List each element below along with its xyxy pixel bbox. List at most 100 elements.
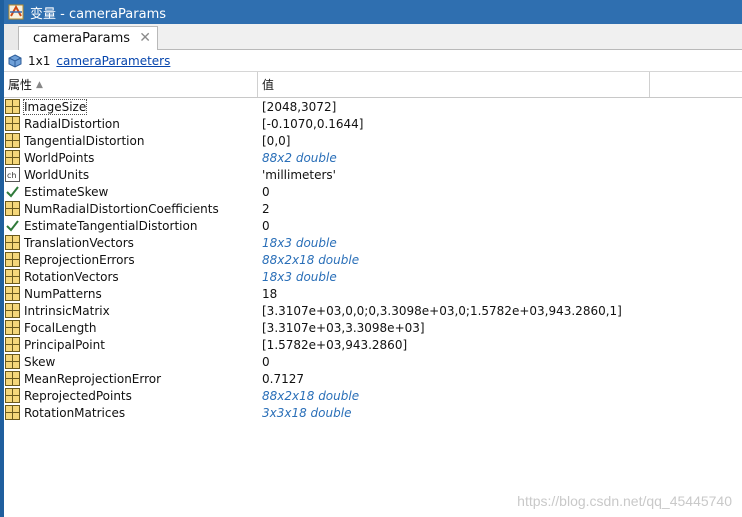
property-cell[interactable]: Skew (4, 354, 258, 369)
table-row[interactable]: ReprojectionErrors 88x2x18 double (4, 251, 742, 268)
property-cell[interactable]: ReprojectedPoints (4, 388, 258, 403)
property-cell[interactable]: FocalLength (4, 320, 258, 335)
table-row[interactable]: ReprojectedPoints 88x2x18 double (4, 387, 742, 404)
grid-icon (5, 235, 20, 250)
grid-icon (5, 286, 20, 301)
char-icon: ch (5, 167, 20, 182)
value-cell[interactable]: 18x3 double (258, 236, 337, 250)
close-icon[interactable]: ✕ (139, 31, 151, 45)
value-cell[interactable]: 3x3x18 double (258, 406, 351, 420)
value-cell[interactable]: 18x3 double (258, 270, 337, 284)
column-value-header[interactable]: 值 (258, 72, 650, 97)
tab-strip: cameraParams ✕ (4, 24, 742, 50)
grid-icon (5, 150, 20, 165)
grid-icon (5, 133, 20, 148)
property-cell[interactable]: NumPatterns (4, 286, 258, 301)
value-cell[interactable]: 18 (258, 287, 277, 301)
table-row[interactable]: NumPatterns 18 (4, 285, 742, 302)
property-name: ImageSize (22, 98, 88, 115)
grid-icon (5, 201, 20, 216)
value-cell[interactable]: 0 (258, 355, 270, 369)
property-name: RadialDistortion (24, 116, 120, 131)
watermark: https://blog.csdn.net/qq_45445740 (517, 493, 732, 509)
property-cell[interactable]: IntrinsicMatrix (4, 303, 258, 318)
table-row[interactable]: TranslationVectors 18x3 double (4, 234, 742, 251)
object-icon (8, 53, 22, 68)
class-link[interactable]: cameraParameters (56, 54, 170, 68)
property-cell[interactable]: ReprojectionErrors (4, 252, 258, 267)
property-cell[interactable]: TangentialDistortion (4, 133, 258, 148)
value-cell[interactable]: 0 (258, 185, 270, 199)
grid-icon (5, 252, 20, 267)
property-name: RotationVectors (24, 269, 119, 284)
property-cell[interactable]: ch WorldUnits (4, 167, 258, 182)
property-name: PrincipalPoint (24, 337, 105, 352)
grid-icon (5, 388, 20, 403)
table-row[interactable]: WorldPoints 88x2 double (4, 149, 742, 166)
property-name: RotationMatrices (24, 405, 126, 420)
variable-size: 1x1 (28, 53, 51, 68)
value-cell[interactable]: [-0.1070,0.1644] (258, 117, 363, 131)
grid-icon (5, 99, 20, 114)
grid-icon (5, 303, 20, 318)
table-row[interactable]: RotationVectors 18x3 double (4, 268, 742, 285)
window-title: 变量 - cameraParams (30, 6, 167, 22)
table-row[interactable]: RotationMatrices 3x3x18 double (4, 404, 742, 421)
table-row[interactable]: ch WorldUnits 'millimeters' (4, 166, 742, 183)
property-name: NumPatterns (24, 286, 102, 301)
matlab-variables-icon (8, 4, 24, 20)
table-row[interactable]: NumRadialDistortionCoefficients 2 (4, 200, 742, 217)
column-value-label: 值 (262, 78, 275, 92)
table-row[interactable]: Skew 0 (4, 353, 742, 370)
property-cell[interactable]: NumRadialDistortionCoefficients (4, 201, 258, 216)
property-name: WorldPoints (24, 150, 95, 165)
property-cell[interactable]: TranslationVectors (4, 235, 258, 250)
table-row[interactable]: PrincipalPoint [1.5782e+03,943.2860] (4, 336, 742, 353)
value-cell[interactable]: [1.5782e+03,943.2860] (258, 338, 407, 352)
property-cell[interactable]: WorldPoints (4, 150, 258, 165)
property-cell[interactable]: RadialDistortion (4, 116, 258, 131)
variable-editor-window: 变量 - cameraParams cameraParams ✕ 1x1 cam… (0, 0, 742, 517)
check-icon (5, 184, 20, 199)
property-cell[interactable]: ImageSize (4, 98, 258, 115)
value-cell[interactable]: 'millimeters' (258, 168, 336, 182)
property-cell[interactable]: MeanReprojectionError (4, 371, 258, 386)
table-row[interactable]: FocalLength [3.3107e+03,3.3098e+03] (4, 319, 742, 336)
table-row[interactable]: EstimateTangentialDistortion 0 (4, 217, 742, 234)
column-property-header[interactable]: 属性 ▲ (4, 72, 258, 97)
value-cell[interactable]: 88x2x18 double (258, 253, 359, 267)
table-row[interactable]: ImageSize [2048,3072] (4, 98, 742, 115)
value-cell[interactable]: 0.7127 (258, 372, 304, 386)
value-cell[interactable]: [3.3107e+03,3.3098e+03] (258, 321, 425, 335)
value-cell[interactable]: 88x2 double (258, 151, 337, 165)
sort-ascending-icon: ▲ (36, 79, 43, 90)
grid-icon (5, 371, 20, 386)
property-name: Skew (24, 354, 56, 369)
value-cell[interactable]: 0 (258, 219, 270, 233)
property-cell[interactable]: RotationVectors (4, 269, 258, 284)
property-name: TangentialDistortion (24, 133, 145, 148)
property-name: ReprojectedPoints (24, 388, 132, 403)
table-row[interactable]: RadialDistortion [-0.1070,0.1644] (4, 115, 742, 132)
value-cell[interactable]: [0,0] (258, 134, 290, 148)
table-row[interactable]: EstimateSkew 0 (4, 183, 742, 200)
value-cell[interactable]: 88x2x18 double (258, 389, 359, 403)
title-bar: 变量 - cameraParams (4, 0, 742, 24)
column-filler (650, 72, 742, 97)
table-row[interactable]: MeanReprojectionError 0.7127 (4, 370, 742, 387)
grid-icon (5, 337, 20, 352)
grid-icon (5, 269, 20, 284)
table-row[interactable]: IntrinsicMatrix [3.3107e+03,0,0;0,3.3098e… (4, 302, 742, 319)
tab-cameraparams[interactable]: cameraParams ✕ (18, 26, 158, 50)
property-cell[interactable]: PrincipalPoint (4, 337, 258, 352)
value-cell[interactable]: 2 (258, 202, 270, 216)
property-cell[interactable]: RotationMatrices (4, 405, 258, 420)
svg-text:ch: ch (7, 171, 16, 180)
grid-icon (5, 354, 20, 369)
property-cell[interactable]: EstimateSkew (4, 184, 258, 199)
property-cell[interactable]: EstimateTangentialDistortion (4, 218, 258, 233)
value-cell[interactable]: [3.3107e+03,0,0;0,3.3098e+03,0;1.5782e+0… (258, 304, 622, 318)
value-cell[interactable]: [2048,3072] (258, 100, 336, 114)
table-row[interactable]: TangentialDistortion [0,0] (4, 132, 742, 149)
property-name: ReprojectionErrors (24, 252, 135, 267)
